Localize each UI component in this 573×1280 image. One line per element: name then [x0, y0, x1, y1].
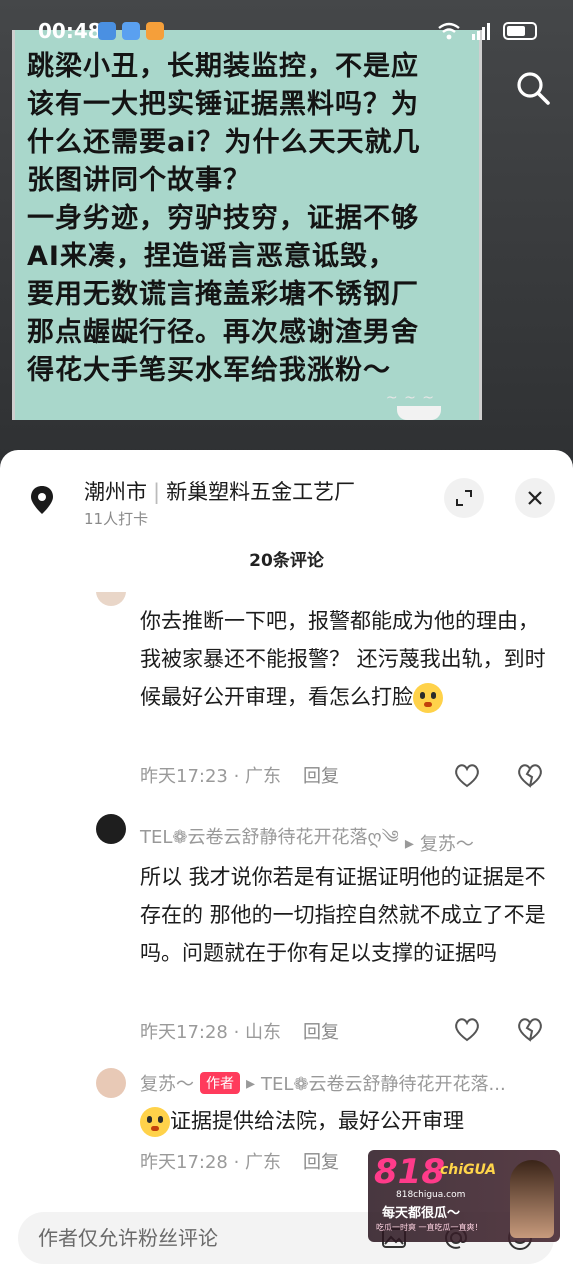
post-text-line: 该有一大把实锤证据黑料吗？为 — [27, 89, 419, 120]
expand-button[interactable] — [444, 478, 484, 518]
watermark-brand: 818 — [374, 1152, 445, 1192]
comment-meta: 昨天17:28 · 广东 回复 — [140, 1152, 340, 1173]
comment-text: 所以 我才说你若是有证据证明他的证据是不存在的 那他的一切指控自然就不成立了不是… — [140, 865, 546, 965]
reply-button[interactable]: 回复 — [303, 1022, 339, 1043]
comment-user-line: 复苏～ 作者 ▸ TEL❁云卷云舒静待花开花落... — [140, 1070, 506, 1096]
cup-decoration — [397, 406, 441, 420]
author-badge: 作者 — [200, 1072, 240, 1094]
reply-button[interactable]: 回复 — [303, 1152, 339, 1173]
battery-icon — [503, 22, 537, 40]
close-button[interactable] — [515, 478, 555, 518]
location-separator: | — [153, 480, 161, 504]
comment-time: 昨天17:28 — [140, 1152, 228, 1173]
reply-to-user[interactable]: 复苏～ — [420, 830, 474, 856]
watermark-url: 818chigua.com — [396, 1190, 466, 1200]
avatar[interactable] — [96, 1068, 126, 1098]
like-heart-icon[interactable] — [452, 760, 482, 790]
comment-time: 昨天17:23 — [140, 766, 228, 787]
location-city: 潮州市 — [84, 480, 147, 504]
signal-icon — [472, 23, 490, 40]
comment-meta: 昨天17:23 · 广东 回复 — [140, 766, 340, 787]
post-image-note: 跳梁小丑，长期装监控，不是应 该有一大把实锤证据黑料吗？为 什么还需要ai？为什么天… — [12, 30, 482, 420]
post-text-line: 什么还需要ai？为什么天天就几 — [27, 127, 421, 158]
status-bar: 00:48 — [0, 0, 573, 43]
location-place: 新巢塑料五金工艺厂 — [166, 480, 356, 504]
comments-sheet: 潮州市 | 新巢塑料五金工艺厂 11人打卡 20条评论 你去推断一下吧，报警都能成为… — [0, 450, 573, 1280]
comment-meta: 昨天17:28 · 山东 回复 — [140, 1022, 340, 1043]
reply-button[interactable]: 回复 — [303, 766, 339, 787]
like-heart-icon[interactable] — [452, 1014, 482, 1044]
app-notification-icon — [146, 22, 164, 40]
watermark-slogan: 每天都很瓜～ — [382, 1206, 461, 1221]
location-pin-icon — [31, 486, 53, 514]
dizzy-face-emoji-icon — [140, 1107, 170, 1137]
post-text-line: 跳梁小丑，长期装监控，不是应 — [27, 51, 419, 82]
comment-list[interactable]: 你去推断一下吧，报警都能成为他的理由，我被家暴还不能报警？ 还污蔑我出轨，到时候… — [0, 592, 573, 1182]
watermark-tagline: 吃瓜一时爽 一直吃瓜一直爽！ — [376, 1223, 483, 1232]
dizzy-face-emoji-icon — [413, 683, 443, 713]
post-text-line: 要用无数谎言掩盖彩塘不锈钢厂 — [27, 279, 419, 310]
comment-region: 广东 — [245, 1152, 282, 1173]
app-notification-icon — [98, 22, 116, 40]
comment-text: 你去推断一下吧，报警都能成为他的理由，我被家暴还不能报警？ 还污蔑我出轨，到时候… — [140, 602, 556, 716]
reply-arrow: ▸ — [404, 832, 414, 854]
location-title: 潮州市 | 新巢塑料五金工艺厂 — [84, 476, 355, 506]
wifi-icon — [438, 22, 460, 40]
post-text-line: 那点龌龊行径。再次感谢渣男舍 — [27, 317, 419, 348]
close-icon — [528, 491, 542, 505]
steam-decoration: ~ ~ ~ — [385, 390, 435, 406]
post-text: 跳梁小丑，长期装监控，不是应 该有一大把实锤证据黑料吗？为 什么还需要ai？为什么天… — [27, 48, 477, 390]
post-text-line: 得花大手笔买水军给我涨粉～ — [27, 355, 391, 386]
post-text-line: 一身劣迹，穷驴技穷，证据不够 — [27, 203, 419, 234]
comment-region: 山东 — [245, 1022, 282, 1043]
reply-to-user[interactable]: TEL❁云卷云舒静待花开花落... — [261, 1070, 506, 1096]
dislike-broken-heart-icon[interactable] — [515, 1014, 545, 1044]
comment-region: 广东 — [245, 766, 282, 787]
checkin-count: 11人打卡 — [84, 510, 149, 528]
watermark-logo: 818 chiGUA 818chigua.com 每天都很瓜～ 吃瓜一时爽 一直… — [368, 1150, 560, 1242]
app-notification-icon — [122, 22, 140, 40]
comment-time: 昨天17:28 — [140, 1022, 228, 1043]
comment-username[interactable]: 复苏～ — [140, 1070, 194, 1096]
avatar[interactable] — [96, 592, 126, 606]
avatar[interactable] — [96, 814, 126, 844]
reply-arrow: ▸ — [246, 1072, 256, 1094]
post-text-line: 张图讲同个故事？ — [27, 165, 251, 196]
expand-icon — [456, 490, 472, 506]
dislike-broken-heart-icon[interactable] — [515, 760, 545, 790]
comment-input[interactable] — [38, 1212, 368, 1264]
watermark-portrait — [510, 1160, 554, 1238]
post-text-line: AI来凑，捏造谣言恶意诋毁， — [27, 241, 396, 272]
comment-count: 20条评论 — [249, 551, 324, 571]
status-time: 00:48 — [38, 19, 102, 43]
search-icon[interactable] — [513, 68, 553, 108]
comment-text: 证据提供给法院，最好公开审理 — [140, 1102, 556, 1140]
watermark-brand-sub: chiGUA — [440, 1162, 497, 1178]
